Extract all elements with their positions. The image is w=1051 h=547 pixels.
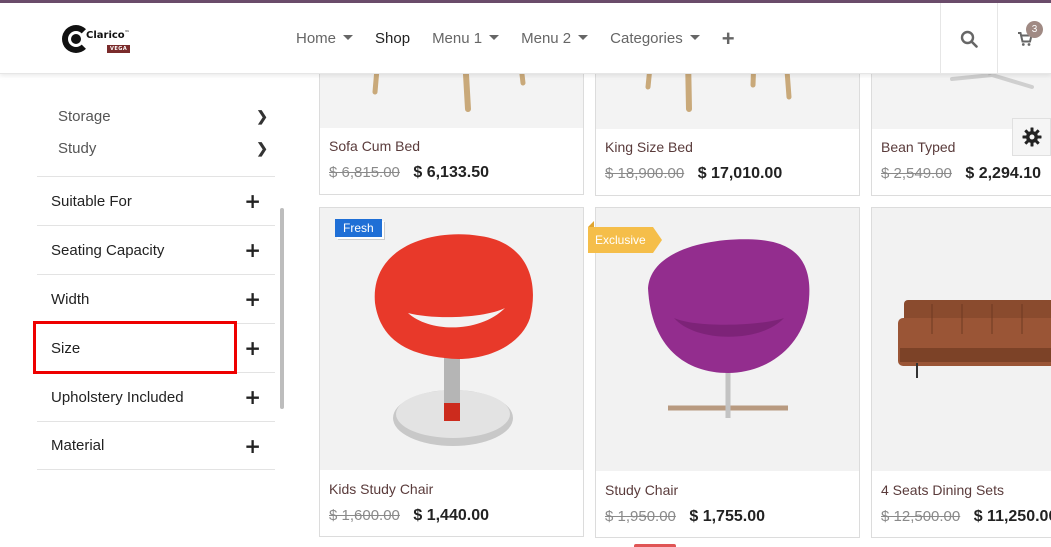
nav-menu-2-label: Menu 2 <box>521 30 572 47</box>
old-price: $ 2,549.00 <box>881 165 952 182</box>
logo-dot <box>71 34 81 44</box>
main-nav: Home Shop Menu 1 Menu 2 Categories + <box>296 26 757 51</box>
plus-icon: + <box>721 26 735 51</box>
filter-label: Upholstery Included <box>51 388 184 406</box>
brown-sofa-image <box>872 208 1051 471</box>
exclusive-tag: Exclusive <box>588 221 662 253</box>
filter-label: Width <box>51 290 90 308</box>
plus-icon: + <box>244 336 261 360</box>
sale-price: $ 17,010.00 <box>697 165 783 182</box>
sale-price: $ 6,133.50 <box>413 164 489 181</box>
nav-home-label: Home <box>296 30 337 47</box>
old-price: $ 1,600.00 <box>329 507 400 524</box>
filter-material[interactable]: Material + <box>37 421 275 470</box>
site-header: Clarico™ VEGA Home Shop Menu 1 Menu 2 Ca… <box>0 3 1051 74</box>
nav-menu-1[interactable]: Menu 1 <box>432 30 500 47</box>
logo-brand: Clarico™ <box>86 30 130 41</box>
plus-icon: + <box>244 238 261 262</box>
product-image: Fresh <box>320 208 583 470</box>
sale-price: $ 1,755.00 <box>689 508 765 525</box>
sale-price: $ 2,294.10 <box>965 165 1041 182</box>
product-prices: $ 12,500.00 $ 11,250.00 <box>881 508 1051 526</box>
category-label: Storage <box>58 107 111 125</box>
product-name[interactable]: 4 Seats Dining Sets <box>881 482 1004 498</box>
product-name[interactable]: King Size Bed <box>605 139 693 155</box>
product-card-king-size-bed[interactable]: King Size Bed $ 18,900.00 $ 17,010.00 <box>595 56 860 196</box>
filter-seating-capacity[interactable]: Seating Capacity + <box>37 225 275 274</box>
sale-price: $ 11,250.00 <box>973 508 1051 525</box>
logo-badge: VEGA <box>107 45 131 53</box>
product-prices: $ 2,549.00 $ 2,294.10 <box>881 165 1041 183</box>
cart-button[interactable]: 3 <box>997 3 1051 74</box>
nav-more-button[interactable]: + <box>721 26 735 51</box>
filter-upholstery-included[interactable]: Upholstery Included + <box>37 372 275 421</box>
sale-price: $ 1,440.00 <box>413 507 489 524</box>
product-card-study-chair[interactable]: Study Chair $ 1,950.00 $ 1,755.00 <box>595 207 860 538</box>
product-card-4-seats-dining-sets[interactable]: 4 Seats Dining Sets $ 12,500.00 $ 11,250… <box>871 207 1051 538</box>
chevron-down-icon <box>489 35 500 40</box>
old-price: $ 1,950.00 <box>605 508 676 525</box>
product-name[interactable]: Sofa Cum Bed <box>329 138 420 154</box>
category-storage[interactable]: Storage ❯ <box>58 101 268 131</box>
filter-label: Size <box>51 339 81 357</box>
product-card-kids-study-chair[interactable]: Fresh Kids Study Chair $ 1,600.00 $ 1,44… <box>319 207 584 537</box>
search-button[interactable] <box>940 3 997 74</box>
old-price: $ 18,900.00 <box>605 165 685 182</box>
nav-menu-2[interactable]: Menu 2 <box>521 30 589 47</box>
product-prices: $ 18,900.00 $ 17,010.00 <box>605 165 782 183</box>
nav-shop-label: Shop <box>375 30 411 47</box>
old-price: $ 12,500.00 <box>881 508 961 525</box>
filter-label: Seating Capacity <box>51 241 165 259</box>
filter-label: Material <box>51 437 105 454</box>
filter-label: Suitable For <box>51 192 132 210</box>
chevron-right-icon: ❯ <box>256 139 268 156</box>
red-chair-image <box>320 208 583 470</box>
chevron-down-icon <box>343 35 354 40</box>
category-label: Study <box>58 139 97 157</box>
old-price: $ 6,815.00 <box>329 164 400 181</box>
nav-menu-1-label: Menu 1 <box>432 30 483 47</box>
search-icon <box>960 30 978 48</box>
product-card-sofa-cum-bed[interactable]: Sofa Cum Bed $ 6,815.00 $ 6,133.50 <box>319 56 584 195</box>
sidebar-scrollbar[interactable] <box>280 208 284 409</box>
product-name[interactable]: Bean Typed <box>881 139 955 155</box>
plus-icon: + <box>244 287 261 311</box>
filter-width[interactable]: Width + <box>37 274 275 323</box>
plus-icon: + <box>244 189 261 213</box>
nav-categories-label: Categories <box>610 30 683 47</box>
plus-icon: + <box>244 385 261 409</box>
product-name[interactable]: Kids Study Chair <box>329 481 433 497</box>
product-prices: $ 1,600.00 $ 1,440.00 <box>329 507 489 525</box>
nav-shop[interactable]: Shop <box>375 30 410 47</box>
product-prices: $ 6,815.00 $ 6,133.50 <box>329 164 489 182</box>
filter-size[interactable]: Size + <box>37 323 275 372</box>
category-study[interactable]: Study ❯ <box>58 133 268 163</box>
cart-count-badge: 3 <box>1026 21 1043 38</box>
chevron-right-icon: ❯ <box>256 107 268 124</box>
product-image <box>872 208 1051 471</box>
nav-categories[interactable]: Categories <box>610 30 700 47</box>
chevron-down-icon <box>689 35 700 40</box>
nav-home[interactable]: Home <box>296 30 354 47</box>
product-prices: $ 1,950.00 $ 1,755.00 <box>605 508 765 526</box>
logo[interactable]: Clarico™ VEGA <box>60 23 140 59</box>
gear-icon <box>1022 127 1041 147</box>
chevron-down-icon <box>578 35 589 40</box>
fresh-tag: Fresh <box>335 219 382 237</box>
product-name[interactable]: Study Chair <box>605 482 678 498</box>
settings-button[interactable] <box>1012 118 1051 156</box>
filter-suitable-for[interactable]: Suitable For + <box>37 176 275 225</box>
plus-icon: + <box>244 433 261 458</box>
